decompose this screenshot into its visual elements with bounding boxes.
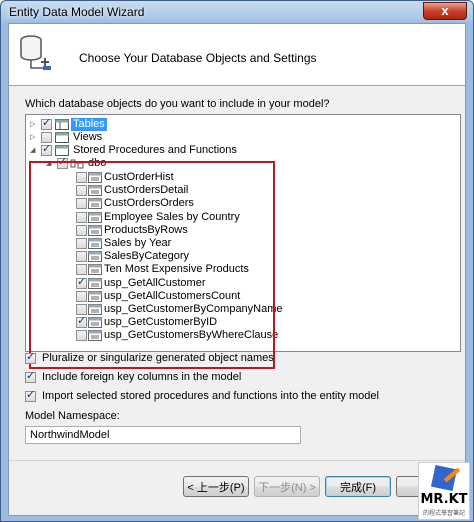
dbo-checkbox[interactable] xyxy=(57,156,68,169)
procedure-label[interactable]: usp_GetCustomersByWhereClause xyxy=(104,329,278,342)
procedure-checkbox[interactable] xyxy=(76,251,87,263)
wizard-window: Entity Data Model Wizard x Choose Your D… xyxy=(0,0,474,522)
stored-procedure-icon xyxy=(88,330,102,342)
finish-button[interactable]: 完成(F) xyxy=(325,476,391,497)
view-icon xyxy=(55,132,69,143)
procedure-checkbox[interactable] xyxy=(76,290,87,302)
import-sprocs-checkbox[interactable] xyxy=(25,389,36,402)
pluralize-checkbox[interactable] xyxy=(25,351,36,364)
procedure-label[interactable]: Ten Most Expensive Products xyxy=(104,263,249,276)
stored-procedure-icon xyxy=(88,211,102,223)
collapse-arrow-icon[interactable]: ◢ xyxy=(46,157,54,170)
procedure-checkbox[interactable] xyxy=(76,276,87,289)
import-sprocs-label[interactable]: Import selected stored procedures and fu… xyxy=(42,390,379,403)
procedure-label[interactable]: usp_GetCustomerByID xyxy=(104,316,217,329)
previous-button[interactable]: < 上一步(P) xyxy=(183,476,249,497)
procedure-checkbox[interactable] xyxy=(76,185,87,197)
schema-icon xyxy=(70,159,84,169)
logo-text: MR.KT xyxy=(420,492,468,507)
procedure-label[interactable]: usp_GetCustomerByCompanyName xyxy=(104,303,283,316)
procedure-label[interactable]: Sales by Year xyxy=(104,237,171,250)
namespace-input[interactable] xyxy=(25,426,301,444)
tables-label[interactable]: Tables xyxy=(71,118,107,131)
stored-procedure-icon xyxy=(88,224,102,236)
stored-procedures-label[interactable]: Stored Procedures and Functions xyxy=(73,144,237,157)
procedure-label[interactable]: usp_GetAllCustomersCount xyxy=(104,290,240,303)
database-objects-tree[interactable]: ▷ Tables ▷ Views ◢ Stored Procedures and… xyxy=(25,114,461,352)
pluralize-label[interactable]: Pluralize or singularize generated objec… xyxy=(42,352,274,365)
dbo-label[interactable]: dbo xyxy=(88,157,106,170)
database-icon xyxy=(20,35,51,70)
foreign-key-checkbox[interactable] xyxy=(25,370,36,383)
expand-arrow-icon[interactable]: ▷ xyxy=(30,118,38,131)
footer-divider xyxy=(9,460,465,461)
collapse-arrow-icon[interactable]: ◢ xyxy=(30,144,38,157)
namespace-label: Model Namespace: xyxy=(25,410,120,422)
watermark-logo: MR.KT 的程式學習筆記 xyxy=(418,462,470,520)
next-button[interactable]: 下一步(N) > xyxy=(254,476,320,497)
stored-procedure-icon xyxy=(88,172,102,183)
stored-procedure-icon xyxy=(88,251,102,263)
procedure-checkbox[interactable] xyxy=(76,330,87,342)
procedure-label[interactable]: SalesByCategory xyxy=(104,250,189,263)
stored-procedure-icon xyxy=(88,290,102,302)
procedure-checkbox[interactable] xyxy=(76,304,87,315)
procedure-label[interactable]: Employee Sales by Country xyxy=(104,211,240,224)
stored-procedure-icon xyxy=(88,317,102,329)
expand-arrow-icon[interactable]: ▷ xyxy=(30,131,38,144)
header-band: Choose Your Database Objects and Setting… xyxy=(9,24,465,86)
views-label[interactable]: Views xyxy=(73,131,102,144)
procedure-checkbox[interactable] xyxy=(76,315,87,329)
stored-procedure-icon xyxy=(88,304,102,315)
window-title: Entity Data Model Wizard xyxy=(9,5,145,19)
procedure-checkbox[interactable] xyxy=(76,198,87,210)
stored-procedure-icon xyxy=(88,277,102,289)
procedure-checkbox[interactable] xyxy=(76,211,87,223)
views-checkbox[interactable] xyxy=(41,132,52,143)
close-button[interactable]: x xyxy=(423,2,467,20)
logo-subtitle: 的程式學習筆記 xyxy=(422,511,465,517)
stored-procedure-icon xyxy=(88,238,102,249)
procedure-checkbox[interactable] xyxy=(76,172,87,183)
procedure-label[interactable]: usp_GetAllCustomer xyxy=(104,277,206,290)
folder-icon xyxy=(55,145,69,156)
procedure-checkbox[interactable] xyxy=(76,238,87,249)
table-icon xyxy=(55,119,69,130)
foreign-key-label[interactable]: Include foreign key columns in the model xyxy=(42,371,241,384)
procedure-checkbox[interactable] xyxy=(76,224,87,236)
procedure-label[interactable]: CustOrdersDetail xyxy=(104,184,188,197)
procedure-label[interactable]: CustOrdersOrders xyxy=(104,197,194,210)
stored-procedure-icon xyxy=(88,185,102,197)
wizard-client-area: Choose Your Database Objects and Setting… xyxy=(8,23,466,516)
stored-procedure-icon xyxy=(88,264,102,276)
tables-checkbox[interactable] xyxy=(41,117,52,130)
procedure-label[interactable]: CustOrderHist xyxy=(104,171,174,184)
procedure-label[interactable]: ProductsByRows xyxy=(104,224,188,237)
stored-procedure-icon xyxy=(88,198,102,210)
stored-procedures-checkbox[interactable] xyxy=(41,143,52,156)
objects-question-label: Which database objects do you want to in… xyxy=(25,98,330,110)
title-bar[interactable]: Entity Data Model Wizard x xyxy=(1,1,473,23)
procedure-checkbox[interactable] xyxy=(76,264,87,276)
page-title: Choose Your Database Objects and Setting… xyxy=(79,51,317,65)
